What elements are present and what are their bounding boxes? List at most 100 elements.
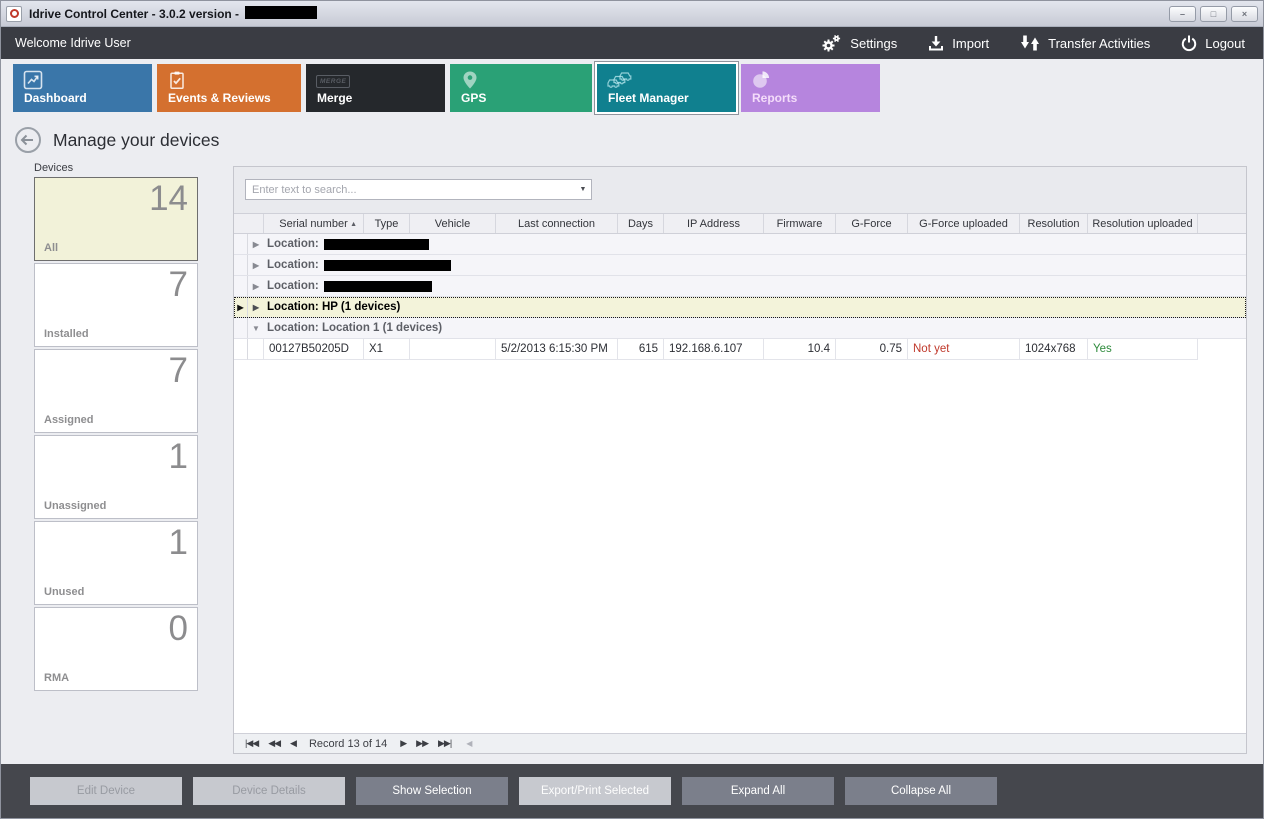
pager-prev-button[interactable]: ◀	[285, 738, 301, 749]
logout-button[interactable]: Logout	[1180, 34, 1245, 52]
power-icon	[1180, 34, 1198, 52]
group-row-location-3[interactable]: ▶ Location:	[234, 276, 1246, 297]
cell-vehicle	[410, 339, 496, 360]
group-row-location-1[interactable]: ▶ Location:	[234, 234, 1246, 255]
settings-label: Settings	[850, 36, 897, 51]
expanded-triangle-icon[interactable]: ▼	[248, 324, 264, 333]
group-row-location-2[interactable]: ▶ Location:	[234, 255, 1246, 276]
app-window: Idrive Control Center - 3.0.2 version - …	[0, 0, 1264, 819]
back-button[interactable]	[14, 126, 42, 154]
column-header-g-force[interactable]: G-Force	[836, 214, 908, 233]
tab-dashboard[interactable]: Dashboard	[13, 64, 152, 112]
search-input[interactable]	[246, 184, 575, 196]
column-header-vehicle[interactable]: Vehicle	[410, 214, 496, 233]
tab-merge[interactable]: MERGE Merge	[306, 64, 445, 112]
header-gutter	[234, 214, 264, 233]
pager-next-button[interactable]: ▶	[395, 738, 411, 749]
transfer-activities-button[interactable]: Transfer Activities	[1019, 34, 1150, 52]
window-title: Idrive Control Center - 3.0.2 version -	[29, 7, 239, 21]
gears-icon	[821, 33, 843, 53]
export-print-selected-button[interactable]: Export/Print Selected	[519, 777, 671, 805]
logout-label: Logout	[1205, 36, 1245, 51]
column-header-ip-address[interactable]: IP Address	[664, 214, 764, 233]
column-header-firmware[interactable]: Firmware	[764, 214, 836, 233]
cell-days: 615	[618, 339, 664, 360]
column-header-days[interactable]: Days	[618, 214, 664, 233]
grid-search-area: ▼	[234, 167, 1246, 213]
scroll-left-icon[interactable]: ◀	[466, 739, 472, 748]
title-redaction-bar	[245, 6, 317, 19]
group-label: Location: Location 1 (1 devices)	[267, 322, 442, 334]
column-header-type[interactable]: Type	[364, 214, 410, 233]
device-card-count: 7	[169, 265, 188, 305]
device-card-unused[interactable]: 1 Unused	[34, 521, 198, 605]
device-card-label: Installed	[44, 328, 89, 340]
module-tabstrip: Dashboard Events & Reviews MERGE Merge	[1, 59, 1263, 119]
cell-last-connection: 5/2/2013 6:15:30 PM	[496, 339, 618, 360]
tab-fleet-manager[interactable]: Fleet Manager	[597, 64, 736, 112]
show-selection-button[interactable]: Show Selection	[356, 777, 508, 805]
location-redaction-bar	[324, 281, 432, 292]
titlebar: Idrive Control Center - 3.0.2 version - …	[1, 1, 1263, 27]
device-card-assigned[interactable]: 7 Assigned	[34, 349, 198, 433]
tab-merge-label: Merge	[317, 91, 352, 105]
sort-ascending-icon: ▲	[350, 221, 357, 228]
page-header: Manage your devices	[1, 119, 1263, 161]
cell-type: X1	[364, 339, 410, 360]
column-header-serial-number[interactable]: Serial number ▲	[264, 214, 364, 233]
device-card-rma[interactable]: 0 RMA	[34, 607, 198, 691]
device-card-unassigned[interactable]: 1 Unassigned	[34, 435, 198, 519]
column-header-last-connection[interactable]: Last connection	[496, 214, 618, 233]
horizontal-scrollbar[interactable]: ◀	[466, 739, 1246, 748]
download-icon	[927, 34, 945, 52]
cell-ip-address: 192.168.6.107	[664, 339, 764, 360]
row-indicator-icon: ▶	[237, 303, 243, 312]
device-card-installed[interactable]: 7 Installed	[34, 263, 198, 347]
tab-fleet-manager-label: Fleet Manager	[608, 91, 689, 105]
group-row-location-location1[interactable]: ▼ Location: Location 1 (1 devices)	[234, 318, 1246, 339]
minimize-button[interactable]: –	[1169, 6, 1196, 22]
device-card-all[interactable]: 14 All	[34, 177, 198, 261]
device-table-row[interactable]: 00127B50205D X1 5/2/2013 6:15:30 PM 615 …	[234, 339, 1246, 360]
column-header-resolution-uploaded[interactable]: Resolution uploaded	[1088, 214, 1198, 233]
device-card-label: Unused	[44, 586, 84, 598]
maximize-button[interactable]: □	[1200, 6, 1227, 22]
pager-first-button[interactable]: |◀◀	[240, 738, 263, 749]
pager-last-button[interactable]: ▶▶|	[433, 738, 456, 749]
footer-action-bar: Edit Device Device Details Show Selectio…	[1, 764, 1263, 818]
search-dropdown-icon[interactable]: ▼	[575, 186, 591, 193]
merge-logo-icon: MERGE	[316, 70, 350, 88]
tab-reports[interactable]: Reports	[741, 64, 880, 112]
collapse-all-button[interactable]: Collapse All	[845, 777, 997, 805]
location-redaction-bar	[324, 260, 451, 271]
import-button[interactable]: Import	[927, 34, 989, 52]
tab-reports-label: Reports	[752, 91, 797, 105]
collapsed-triangle-icon[interactable]: ▶	[248, 240, 264, 249]
tab-gps[interactable]: GPS	[450, 64, 592, 112]
column-header-resolution[interactable]: Resolution	[1020, 214, 1088, 233]
device-card-label: Assigned	[44, 414, 94, 426]
close-button[interactable]: ×	[1231, 6, 1258, 22]
edit-device-button[interactable]: Edit Device	[30, 777, 182, 805]
pager-next-page-button[interactable]: ▶▶	[411, 738, 433, 749]
cell-g-force-uploaded: Not yet	[908, 339, 1020, 360]
welcome-text: Welcome Idrive User	[15, 36, 131, 50]
expand-all-button[interactable]: Expand All	[682, 777, 834, 805]
tab-events-reviews[interactable]: Events & Reviews	[157, 64, 301, 112]
group-label: Location:	[267, 280, 319, 292]
chart-line-icon	[23, 70, 43, 90]
cell-serial-number: 00127B50205D	[264, 339, 364, 360]
collapsed-triangle-icon[interactable]: ▶	[248, 261, 264, 270]
device-details-button[interactable]: Device Details	[193, 777, 345, 805]
device-card-label: Unassigned	[44, 500, 106, 512]
settings-button[interactable]: Settings	[821, 33, 897, 53]
collapsed-triangle-icon[interactable]: ▶	[248, 282, 264, 291]
column-header-g-force-uploaded[interactable]: G-Force uploaded	[908, 214, 1020, 233]
pager-prev-page-button[interactable]: ◀◀	[263, 738, 285, 749]
collapsed-triangle-icon[interactable]: ▶	[248, 303, 264, 312]
group-label: Location: HP (1 devices)	[267, 301, 400, 313]
group-row-location-hp[interactable]: ▶ ▶ Location: HP (1 devices)	[234, 297, 1246, 318]
device-card-count: 7	[169, 351, 188, 391]
devices-panel-label: Devices	[34, 162, 73, 174]
cell-firmware: 10.4	[764, 339, 836, 360]
